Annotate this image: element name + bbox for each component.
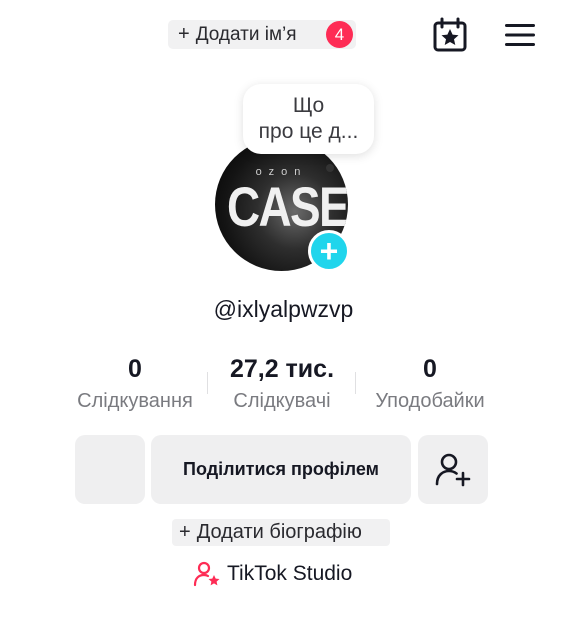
hamburger-menu-icon[interactable] [501, 16, 539, 54]
stat-followers-label: Слідкувачі [233, 390, 331, 412]
calendar-star-icon[interactable] [431, 16, 469, 54]
stat-likes-value: 0 [423, 355, 437, 383]
edit-profile-button[interactable] [75, 435, 145, 504]
add-friend-button[interactable] [418, 435, 488, 504]
stat-divider [355, 372, 356, 394]
tiktok-studio-label: TikTok Studio [227, 562, 353, 585]
share-profile-button[interactable]: Поділитися профілем [151, 435, 411, 504]
stat-likes-label: Уподобайки [375, 390, 485, 412]
add-friend-icon [435, 453, 471, 486]
add-name-button[interactable]: + Додати ім’я 4 [168, 20, 356, 49]
username: @ixlyalpwzvp [213, 296, 354, 322]
plus-icon: + [178, 23, 190, 45]
bubble-line-1: Що [292, 94, 325, 117]
bubble-tail-dot [326, 164, 334, 172]
stat-following[interactable]: 0 Слідкування [70, 352, 200, 413]
status-bubble[interactable]: Що про це д... [243, 84, 374, 154]
stat-following-label: Слідкування [77, 390, 193, 412]
notification-badge: 4 [326, 21, 353, 48]
plus-icon: + [179, 521, 191, 543]
stat-likes[interactable]: 0 Уподобайки [366, 352, 494, 413]
stat-following-value: 0 [128, 355, 142, 383]
add-avatar-button[interactable]: + [308, 230, 350, 272]
stat-followers-value: 27,2 тис. [229, 355, 335, 383]
add-bio-button[interactable]: + Додати біографію [172, 519, 390, 546]
add-bio-label: Додати біографію [196, 521, 362, 543]
bubble-line-2: про це д... [258, 120, 359, 143]
person-star-icon [193, 560, 221, 588]
add-name-label: Додати ім’я [195, 23, 297, 45]
stat-followers[interactable]: 27,2 тис. Слідкувачі [214, 352, 350, 413]
tiktok-studio-link[interactable]: TikTok Studio [193, 560, 352, 588]
avatar-brand-big: CASE [226, 175, 348, 238]
stat-divider [207, 372, 208, 394]
